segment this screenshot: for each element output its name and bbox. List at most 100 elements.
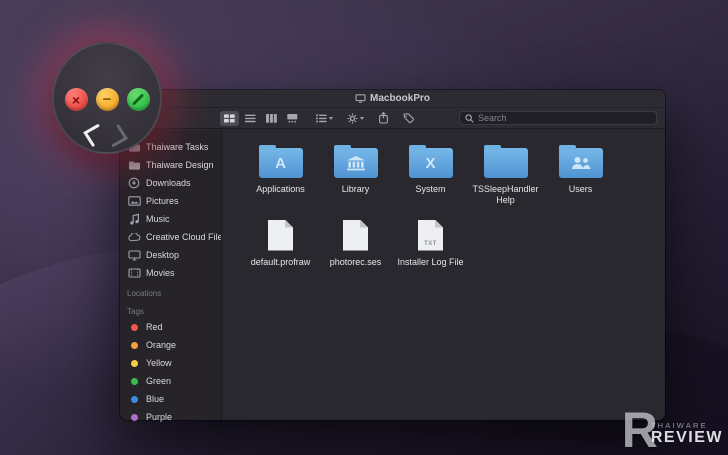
- tag-label: Orange: [146, 340, 176, 350]
- tag-dot-red: [131, 324, 138, 331]
- item-label: default.profraw: [251, 257, 311, 268]
- downloads-icon: [127, 177, 141, 189]
- desktop-background: MacbookPro: [0, 0, 728, 455]
- document-icon: [343, 220, 368, 251]
- folder-item-tssleephandlerhelp[interactable]: TSSleepHandlerHelp: [468, 144, 543, 207]
- item-label: System: [415, 184, 445, 195]
- tag-label: Yellow: [146, 358, 172, 368]
- item-label: Users: [569, 184, 593, 195]
- folder-icon: [559, 148, 603, 178]
- close-icon: ×: [72, 93, 80, 107]
- tag-label: Green: [146, 376, 171, 386]
- sidebar-item-downloads[interactable]: Downloads: [120, 174, 221, 192]
- sidebar-item-label: Thaiware Tasks: [146, 142, 208, 152]
- search-icon: [465, 114, 474, 123]
- sidebar: Thaiware Tasks Thaiware Design Downloads…: [120, 130, 222, 420]
- sidebar-item-pictures[interactable]: Pictures: [120, 192, 221, 210]
- document-icon: [268, 220, 293, 251]
- toolbar: Search: [120, 108, 665, 129]
- tag-dot-purple: [131, 414, 138, 421]
- sidebar-item-creative-cloud-files[interactable]: Creative Cloud Files: [120, 228, 221, 246]
- finder-window: MacbookPro: [120, 90, 665, 420]
- zoom-button[interactable]: [127, 88, 150, 111]
- document-icon: TXT: [418, 220, 443, 251]
- close-button[interactable]: ×: [65, 88, 88, 111]
- bank-glyph-icon: [334, 148, 378, 178]
- sidebar-tag-red[interactable]: Red: [120, 318, 221, 336]
- file-item-installer-log[interactable]: TXT Installer Log File: [393, 217, 468, 268]
- item-label: Applications: [256, 184, 305, 195]
- file-item-photorec-ses[interactable]: photorec.ses: [318, 217, 393, 268]
- view-switcher: [220, 111, 302, 126]
- tag-dot-orange: [131, 342, 138, 349]
- applications-glyph: A: [259, 148, 303, 178]
- share-button[interactable]: [378, 112, 389, 124]
- folder-item-users[interactable]: Users: [543, 144, 618, 207]
- folder-item-system[interactable]: X System: [393, 144, 468, 207]
- minimize-button[interactable]: −: [96, 88, 119, 111]
- item-label: TSSleepHandlerHelp: [471, 184, 541, 207]
- sidebar-item-movies[interactable]: Movies: [120, 264, 221, 282]
- sidebar-item-label: Downloads: [146, 178, 191, 188]
- movies-icon: [127, 268, 141, 278]
- file-browser-content[interactable]: A Applications Library X: [223, 130, 665, 420]
- window-titlebar[interactable]: MacbookPro: [120, 90, 665, 108]
- sidebar-tag-yellow[interactable]: Yellow: [120, 354, 221, 372]
- sidebar-item-desktop[interactable]: Desktop: [120, 246, 221, 264]
- computer-icon: [355, 94, 366, 103]
- page-fold-icon: [285, 220, 293, 228]
- icon-view-button[interactable]: [220, 111, 239, 126]
- edit-tags-button[interactable]: [403, 113, 414, 124]
- cloud-icon: [127, 233, 141, 242]
- sidebar-tag-purple[interactable]: Purple: [120, 408, 221, 426]
- group-by-button[interactable]: [316, 114, 333, 123]
- column-view-button[interactable]: [262, 111, 281, 126]
- action-menu-button[interactable]: [347, 113, 364, 124]
- page-fold-icon: [435, 220, 443, 228]
- chevron-down-icon: [360, 117, 364, 120]
- sidebar-tag-blue[interactable]: Blue: [120, 390, 221, 408]
- sidebar-item-label: Pictures: [146, 196, 179, 206]
- folder-row: A Applications Library X: [243, 144, 665, 207]
- system-glyph: X: [409, 148, 453, 178]
- tag-dot-blue: [131, 396, 138, 403]
- sidebar-item-music[interactable]: Music: [120, 210, 221, 228]
- file-row: default.profraw photorec.ses TXT Install…: [243, 217, 665, 268]
- traffic-lights: × −: [54, 88, 160, 111]
- magnifier-overlay: × −: [52, 42, 162, 154]
- music-icon: [127, 213, 141, 225]
- item-label: Installer Log File: [397, 257, 463, 268]
- tag-label: Purple: [146, 412, 172, 422]
- folder-icon: [334, 148, 378, 178]
- desktop-icon: [127, 250, 141, 261]
- window-title: MacbookPro: [355, 93, 430, 104]
- sidebar-item-label: Desktop: [146, 250, 179, 260]
- zoom-icon: [132, 94, 144, 106]
- sidebar-tag-green[interactable]: Green: [120, 372, 221, 390]
- folder-item-library[interactable]: Library: [318, 144, 393, 207]
- file-type-badge: TXT: [418, 241, 443, 247]
- folder-icon: A: [259, 148, 303, 178]
- forward-arrow-icon: [109, 123, 133, 154]
- sidebar-item-label: Thaiware Design: [146, 160, 214, 170]
- gallery-view-button[interactable]: [283, 111, 302, 126]
- tag-label: Red: [146, 322, 163, 332]
- back-arrow-icon: [78, 120, 102, 152]
- sidebar-item-label: Creative Cloud Files: [146, 232, 221, 242]
- tag-dot-green: [131, 378, 138, 385]
- list-view-button[interactable]: [241, 111, 260, 126]
- file-item-default-profraw[interactable]: default.profraw: [243, 217, 318, 268]
- sidebar-section-tags: Tags: [120, 303, 221, 318]
- folder-item-applications[interactable]: A Applications: [243, 144, 318, 207]
- sidebar-tag-orange[interactable]: Orange: [120, 336, 221, 354]
- tag-dot-yellow: [131, 360, 138, 367]
- minimize-icon: −: [103, 92, 112, 107]
- folder-icon: [484, 148, 528, 178]
- search-field[interactable]: Search: [459, 111, 657, 125]
- search-placeholder: Search: [478, 113, 507, 123]
- sidebar-section-locations: Locations: [120, 285, 221, 300]
- item-label: Library: [342, 184, 370, 195]
- sidebar-item-thaiware-design[interactable]: Thaiware Design: [120, 156, 221, 174]
- sidebar-item-label: Music: [146, 214, 170, 224]
- window-title-text: MacbookPro: [370, 93, 430, 104]
